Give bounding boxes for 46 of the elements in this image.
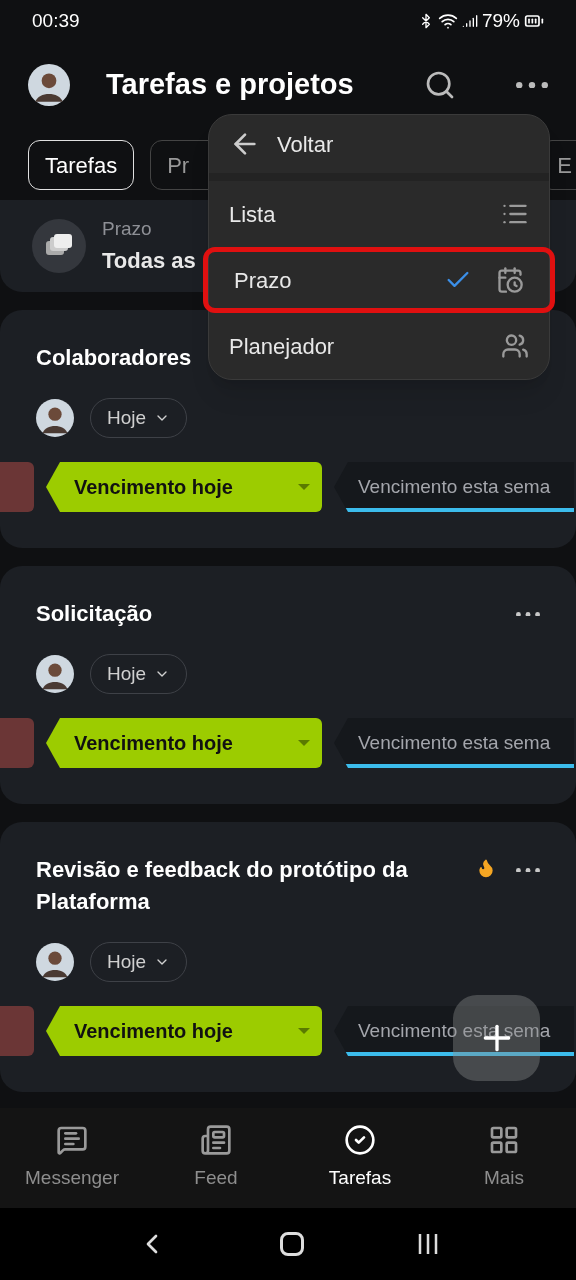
task-title: Solicitação	[36, 600, 153, 628]
caret-icon	[298, 484, 310, 490]
calendar-clock-icon	[496, 266, 524, 294]
page-title: Tarefas e projetos	[106, 67, 355, 103]
more-icon	[516, 867, 540, 873]
nav-tab[interactable]: Messenger	[0, 1108, 144, 1208]
avatar-icon	[28, 64, 70, 106]
nav-tab[interactable]: Feed	[144, 1108, 288, 1208]
wifi-icon	[437, 11, 458, 31]
home-icon[interactable]	[280, 1232, 304, 1256]
more-button[interactable]	[516, 81, 548, 89]
back-menu-item[interactable]: Voltar	[209, 115, 549, 181]
filter-value: Todas as	[102, 246, 196, 275]
menu-item[interactable]: Planejador	[209, 313, 549, 379]
caret-icon	[298, 1028, 310, 1034]
task-title: Revisão e feedback do protótipo da Plataforma	[36, 856, 409, 916]
search-icon	[424, 69, 456, 101]
caret-icon	[298, 740, 310, 746]
feed-icon	[200, 1123, 232, 1156]
flame-icon	[476, 858, 496, 878]
nav-tab[interactable]: Mais	[432, 1108, 576, 1208]
avatar-icon	[36, 399, 74, 437]
status-time: 00:39	[32, 8, 80, 33]
more-icon	[516, 81, 548, 89]
avatar-icon	[36, 943, 74, 981]
stage-chip[interactable]: Vencimento hoje	[46, 718, 322, 768]
stage-chip[interactable]: Vencimento hoje	[46, 1006, 322, 1056]
check-circle-icon	[344, 1123, 376, 1156]
signal-icon	[461, 13, 478, 29]
stage-chip[interactable]: Vencimento esta sema	[334, 718, 574, 768]
filter-tab[interactable]: Tarefas	[28, 140, 135, 190]
task-title: Colaboradores	[36, 344, 192, 372]
filter-label: Prazo	[102, 217, 153, 242]
recents-icon[interactable]	[416, 1232, 440, 1256]
avatar-icon	[36, 655, 74, 693]
stack-icon	[32, 219, 86, 273]
more-icon	[516, 611, 540, 617]
task-card[interactable]: Solicitação Hoje Vencimento hoje Vencimento esta sema	[0, 566, 576, 804]
search-button[interactable]	[424, 69, 456, 101]
battery-percent: 79%	[481, 8, 520, 33]
stage-chip[interactable]: Vencimento esta sema	[334, 462, 574, 512]
menu-item[interactable]: Prazo	[203, 247, 555, 313]
stage-chip[interactable]: Vencimento hoje	[46, 462, 322, 512]
person-list-icon	[501, 332, 529, 360]
nav-tab[interactable]: Tarefas	[288, 1108, 432, 1208]
menu-item[interactable]: Lista	[209, 181, 549, 247]
